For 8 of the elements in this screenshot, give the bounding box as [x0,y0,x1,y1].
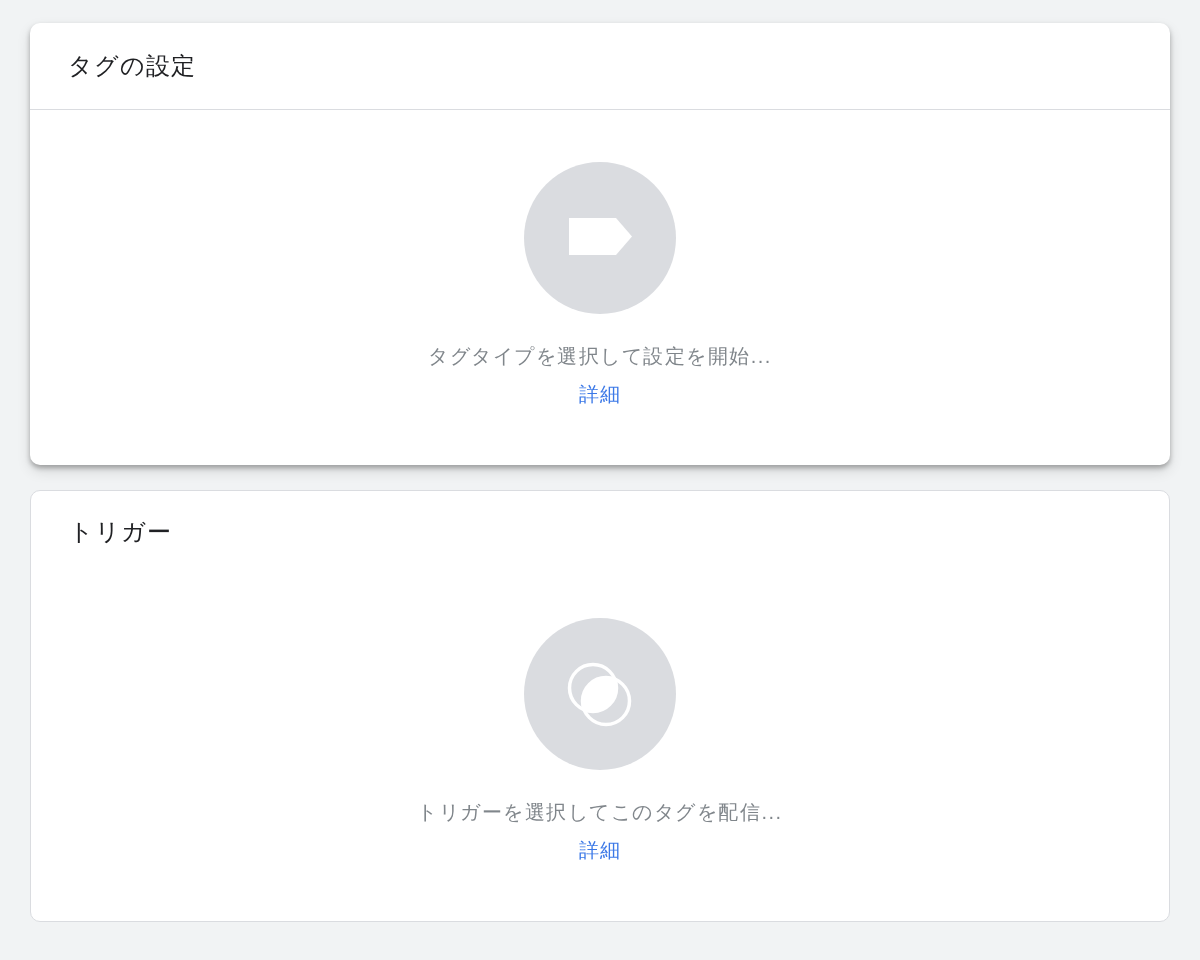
empty-state-message: タグタイプを選択して設定を開始... [428,344,772,369]
details-link[interactable]: 詳細 [578,380,622,408]
card-title: タグの設定 [68,51,196,81]
details-link[interactable]: 詳細 [578,836,622,864]
card-title: トリガー [69,517,172,547]
overlapping-circles-icon [524,618,676,770]
empty-state-message: トリガーを選択してこのタグを配信... [417,800,783,825]
tag-icon [524,162,676,314]
